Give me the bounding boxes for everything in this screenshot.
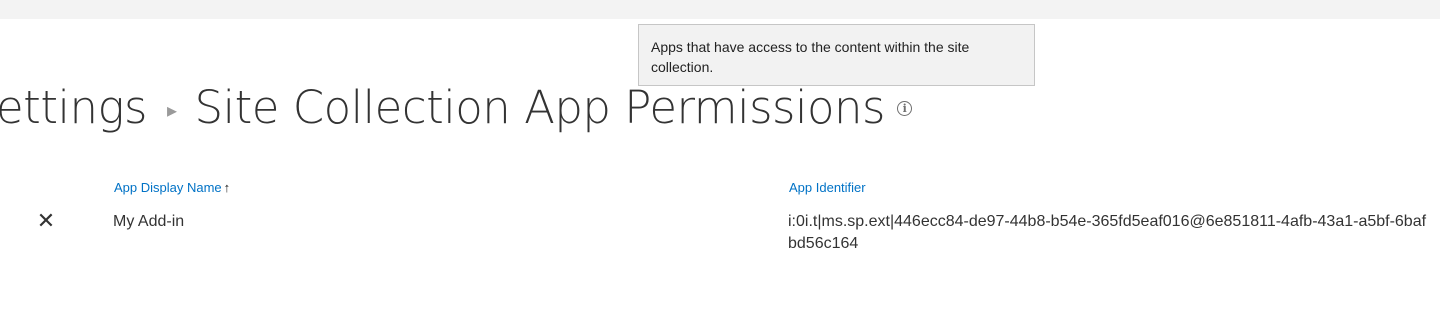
info-tooltip: Apps that have access to the content wit… bbox=[638, 24, 1035, 86]
page-title-breadcrumb: ettings ▸ Site Collection App Permissions i bbox=[0, 78, 912, 138]
app-display-name-cell: My Add-in bbox=[113, 213, 185, 230]
breadcrumb-site-settings-link[interactable]: ettings bbox=[0, 78, 147, 138]
app-identifier-cell: i:0i.t|ms.sp.ext|446ecc84-de97-44b8-b54e… bbox=[788, 213, 1427, 252]
top-bar bbox=[0, 0, 1440, 19]
delete-icon[interactable]: ✕ bbox=[36, 210, 56, 232]
breadcrumb-separator-icon: ▸ bbox=[166, 98, 177, 122]
column-header-app-display-name[interactable]: App Display Name ↑ bbox=[114, 179, 230, 197]
info-icon[interactable]: i bbox=[896, 100, 912, 116]
tooltip-text: Apps that have access to the content wit… bbox=[651, 39, 970, 75]
column-header-app-identifier[interactable]: App Identifier bbox=[789, 179, 866, 197]
sort-ascending-icon: ↑ bbox=[223, 180, 231, 195]
column-header-label: App Display Name bbox=[114, 180, 222, 195]
page-title: Site Collection App Permissions bbox=[194, 81, 886, 134]
column-header-label: App Identifier bbox=[789, 180, 866, 195]
